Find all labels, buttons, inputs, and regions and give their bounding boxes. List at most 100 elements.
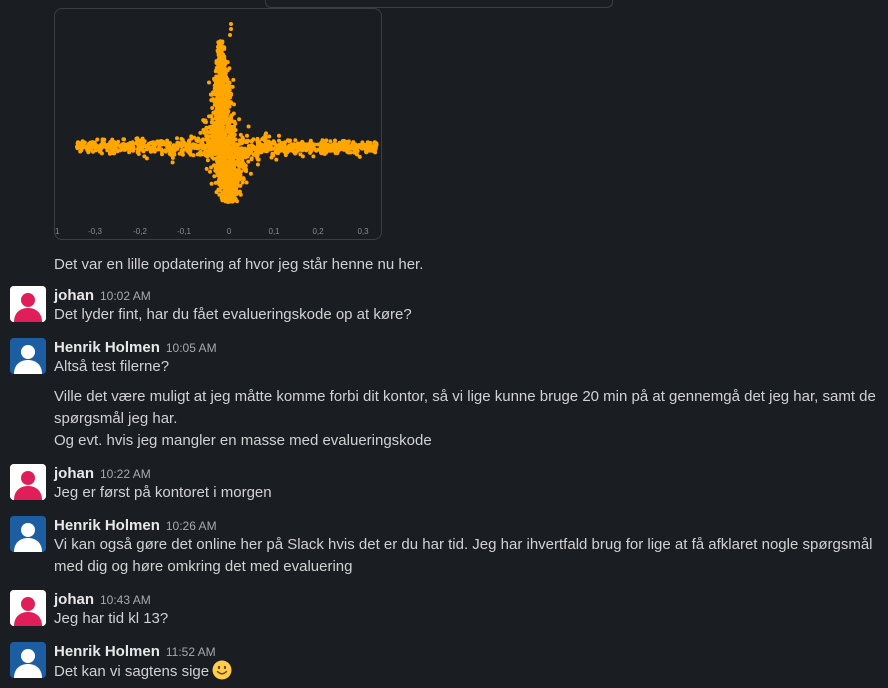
- scatter-point: [224, 111, 229, 116]
- scatter-point: [186, 143, 191, 148]
- scatter-point: [243, 155, 248, 160]
- scatter-point: [201, 128, 206, 132]
- author-name[interactable]: johan: [54, 465, 94, 482]
- avatar[interactable]: [10, 286, 46, 322]
- scatter-point: [93, 148, 98, 153]
- avatar[interactable]: [10, 464, 46, 500]
- image-attachment[interactable]: 1 -0,3 -0,2 -0,1 0 0,1 0,2 0,3: [54, 8, 382, 240]
- timestamp[interactable]: 10:02 AM: [100, 289, 151, 303]
- scatter-point: [105, 148, 110, 153]
- user-avatar-icon: [10, 516, 46, 552]
- scatter-point: [319, 144, 323, 149]
- scatter-point: [209, 92, 214, 97]
- scatter-point: [217, 103, 222, 108]
- scatter-point: [214, 108, 219, 113]
- scatter-point: [223, 174, 228, 179]
- x-tick: -0,1: [177, 227, 191, 236]
- timestamp[interactable]: 10:26 AM: [166, 519, 217, 533]
- scatter-point: [197, 138, 202, 143]
- author-name[interactable]: Henrik Holmen: [54, 643, 160, 660]
- timestamp[interactable]: 10:05 AM: [166, 341, 217, 355]
- scatter-point: [204, 166, 209, 171]
- scatter-point: [211, 124, 216, 128]
- scatter-point: [255, 142, 260, 146]
- scatter-point: [225, 152, 230, 157]
- scatter-point: [265, 143, 270, 148]
- scatter-point: [223, 196, 228, 201]
- scatter-point: [175, 141, 180, 145]
- scatter-point: [220, 40, 225, 45]
- timestamp[interactable]: 10:22 AM: [100, 467, 151, 481]
- scatter-point: [347, 144, 352, 149]
- scatter-plot-image: 1 -0,3 -0,2 -0,1 0 0,1 0,2 0,3: [55, 22, 379, 236]
- avatar[interactable]: [10, 516, 46, 552]
- scatter-point: [97, 149, 102, 154]
- scatter-point: [210, 106, 215, 110]
- scatter-point: [155, 139, 160, 144]
- scatter-point: [228, 33, 232, 37]
- scatter-point: [232, 102, 236, 107]
- scatter-point: [212, 86, 217, 91]
- scatter-point: [229, 22, 233, 26]
- timestamp[interactable]: 10:43 AM: [100, 593, 151, 607]
- scatter-point: [232, 170, 237, 175]
- author-name[interactable]: Henrik Holmen: [54, 517, 160, 534]
- message-header: johan 10:22 AM: [54, 464, 151, 484]
- scatter-point: [225, 136, 230, 141]
- scatter-point: [225, 149, 230, 154]
- message-text: Jeg er først på kontoret i morgen: [54, 484, 272, 501]
- avatar[interactable]: [10, 642, 46, 678]
- scatter-point: [121, 137, 126, 142]
- scatter-point: [238, 183, 243, 188]
- scatter-point: [227, 199, 232, 204]
- user-avatar-icon: [10, 286, 46, 322]
- author-name[interactable]: Henrik Holmen: [54, 339, 160, 356]
- scatter-point: [226, 118, 231, 123]
- scatter-point: [187, 150, 192, 155]
- scatter-point: [110, 147, 115, 152]
- scatter-point: [230, 84, 235, 89]
- scatter-point: [214, 163, 219, 168]
- message-header: Henrik Holmen 10:26 AM: [54, 516, 217, 536]
- scatter-point: [274, 143, 279, 148]
- author-name[interactable]: johan: [54, 287, 94, 304]
- author-name[interactable]: johan: [54, 591, 94, 608]
- scatter-point: [163, 148, 167, 153]
- scatter-point: [211, 156, 216, 161]
- scatter-point: [230, 130, 235, 135]
- user-avatar-icon: [10, 464, 46, 500]
- scatter-point: [231, 77, 236, 82]
- message-text: Det lyder fint, har du fået evalueringsk…: [54, 306, 412, 323]
- scatter-point: [75, 145, 80, 150]
- scatter-point: [224, 130, 229, 135]
- avatar[interactable]: [10, 338, 46, 374]
- message-text: Ville det være muligt at jeg måtte komme…: [54, 388, 876, 405]
- avatar[interactable]: [10, 590, 46, 626]
- scatter-point: [210, 117, 215, 122]
- scatter-point: [149, 140, 154, 145]
- scatter-point: [168, 150, 173, 155]
- scatter-point: [104, 143, 109, 148]
- scatter-point: [209, 152, 214, 156]
- scatter-point: [214, 116, 219, 121]
- timestamp[interactable]: 11:52 AM: [166, 645, 216, 659]
- message-text: Det var en lille opdatering af hvor jeg …: [54, 256, 424, 273]
- scatter-point: [201, 118, 206, 123]
- scatter-point: [221, 158, 226, 163]
- scatter-point: [215, 122, 220, 127]
- scatter-point: [99, 142, 104, 147]
- scatter-point: [86, 149, 91, 154]
- scatter-point: [189, 134, 194, 139]
- scatter-point: [184, 147, 189, 151]
- scatter-point: [205, 158, 210, 163]
- scatter-point: [212, 76, 217, 81]
- scatter-point: [219, 119, 224, 124]
- scatter-point: [267, 134, 272, 139]
- scatter-point: [232, 137, 237, 142]
- message-text: Vi kan også gøre det online her på Slack…: [54, 536, 873, 553]
- scatter-point: [222, 146, 227, 150]
- scatter-point: [241, 177, 246, 182]
- scatter-point: [175, 136, 179, 141]
- scatter-point: [80, 143, 85, 148]
- scatter-point: [295, 146, 300, 151]
